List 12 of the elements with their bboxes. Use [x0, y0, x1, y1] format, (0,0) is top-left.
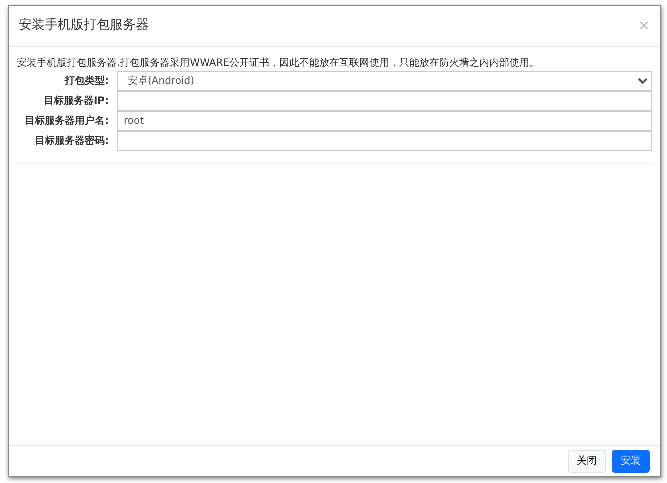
input-field[interactable]	[117, 91, 652, 111]
dialog-title: 安装手机版打包服务器	[19, 17, 149, 36]
dialog-button[interactable]: 关闭	[568, 450, 606, 473]
dialog-button[interactable]: 安装	[612, 450, 650, 473]
type-select[interactable]: 安卓(Android)	[117, 71, 652, 91]
field-label: 目标服务器密码:	[34, 134, 110, 148]
field-label: 目标服务器用户名:	[24, 114, 110, 128]
description-text: 安装手机版打包服务器.打包服务器采用WWARE公开证书，因此不能放在互联网使用，只能放在防火墙之内内部使用。	[17, 57, 541, 71]
input-field[interactable]: root	[117, 111, 652, 131]
input-field[interactable]	[117, 131, 652, 151]
field-label: 打包类型:	[64, 74, 110, 88]
field-label: 目标服务器IP:	[42, 94, 110, 108]
